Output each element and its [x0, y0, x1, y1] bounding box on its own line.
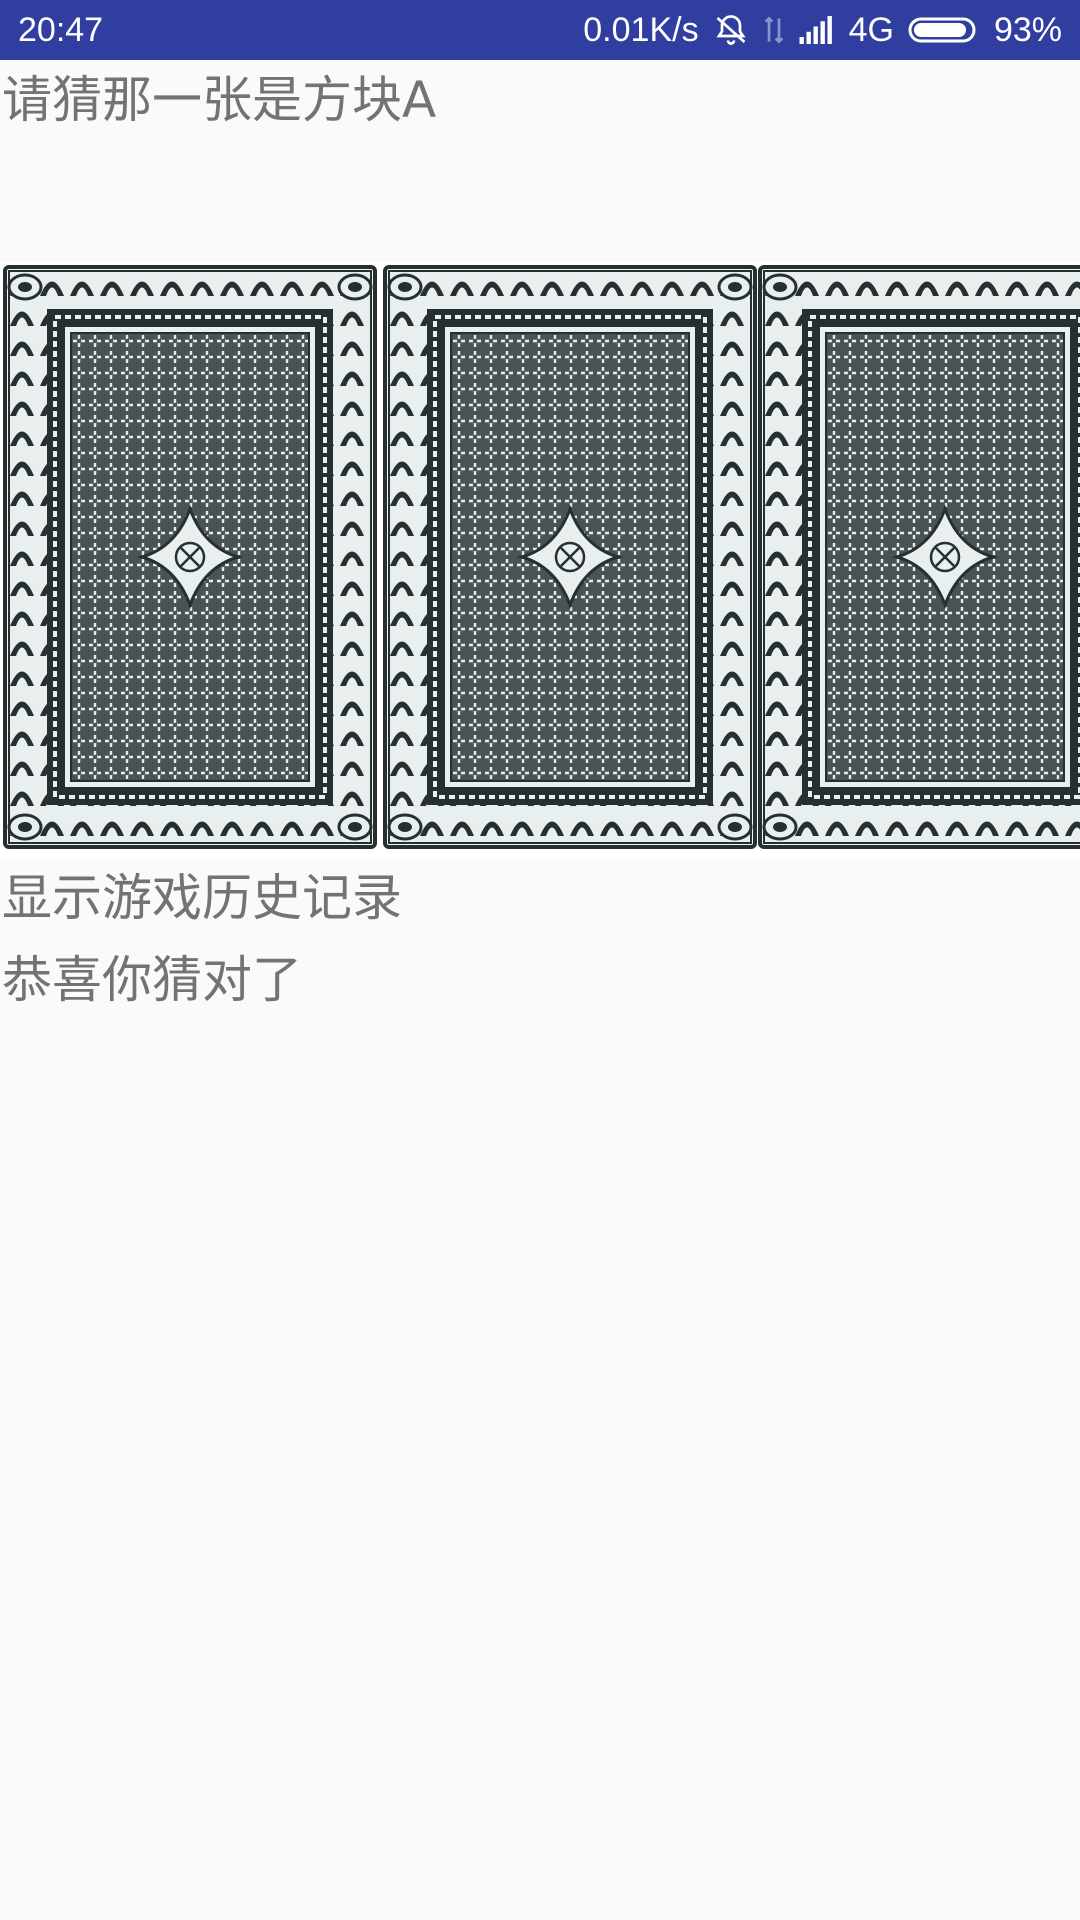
battery-icon — [908, 15, 980, 45]
data-transfer-icon — [763, 15, 785, 45]
card-1[interactable] — [3, 265, 377, 849]
status-icons: 0.01K/s 4G 93% — [583, 8, 1062, 52]
net-speed: 0.01K/s — [583, 10, 699, 49]
card-2[interactable] — [383, 265, 757, 849]
cards-row — [0, 262, 1080, 860]
signal-icon — [799, 16, 835, 44]
history-button[interactable]: 显示游戏历史记录 — [2, 868, 402, 928]
card-3[interactable] — [758, 265, 1080, 849]
result-text: 恭喜你猜对了 — [2, 951, 302, 1009]
battery-percent: 93% — [993, 10, 1062, 49]
alarm-off-icon — [713, 12, 749, 48]
status-time: 20:47 — [18, 11, 104, 49]
game-prompt: 请猜那一张是方块A — [2, 71, 437, 129]
status-bar: 20:47 0.01K/s 4G 93% — [0, 0, 1080, 60]
network-type: 4G — [848, 10, 894, 49]
